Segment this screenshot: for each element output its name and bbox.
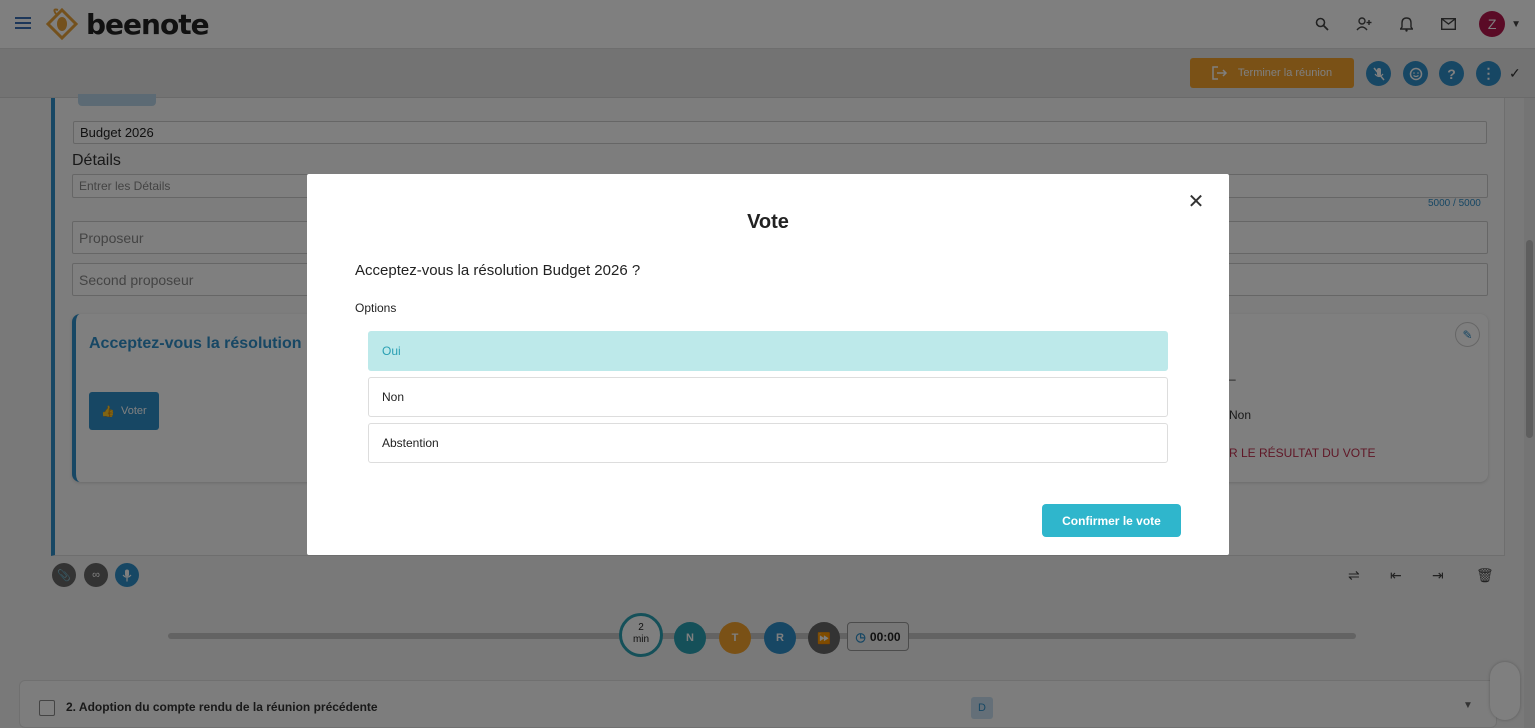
vote-option-abstention[interactable]: Abstention <box>368 423 1168 463</box>
vote-option-label: Non <box>382 390 405 404</box>
modal-title: Vote <box>747 211 789 233</box>
confirm-vote-button[interactable]: Confirmer le vote <box>1042 504 1181 537</box>
close-icon[interactable]: ✕ <box>1186 192 1206 212</box>
vote-question: Acceptez-vous la résolution Budget 2026 … <box>355 262 641 279</box>
confirm-vote-label: Confirmer le vote <box>1062 513 1161 528</box>
vote-option-label: Abstention <box>382 436 439 450</box>
options-label: Options <box>355 301 397 315</box>
vote-option-non[interactable]: Non <box>368 377 1168 417</box>
vote-option-oui[interactable]: Oui <box>368 331 1168 371</box>
vote-modal: Vote ✕ Acceptez-vous la résolution Budge… <box>307 174 1229 555</box>
vote-option-label: Oui <box>382 344 401 358</box>
